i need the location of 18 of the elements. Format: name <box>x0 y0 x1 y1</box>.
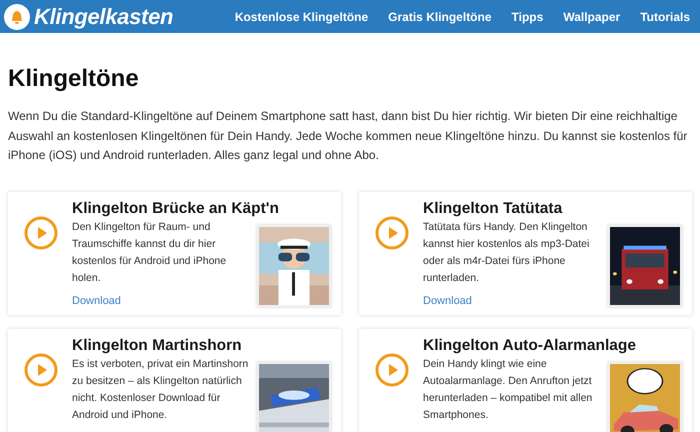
card-description: Tatütata fürs Handy. Den Klingelton kannst hier kostenlos als mp3-Datei oder als m4r-Datei fürs iPhone runterladen. <box>423 220 590 286</box>
page-title: Klingeltöne <box>8 65 140 93</box>
card-description: Es ist verboten, privat ein Martinshorn zu besitzen – als Klingelton natürlich nicht. Kostenloser Download für Android und iPhone. <box>72 356 250 422</box>
card-title: Klingelton Auto-Alarmanlage <box>423 336 637 354</box>
nav-link[interactable]: Wallpaper <box>563 10 620 24</box>
intro-paragraph: Wenn Du die Standard-Klingeltöne auf Deinem Smartphone satt hast, dann bist Du hier richtig. Wir bieten Dir eine reichhaltige Auswahl an kostenlosen Klingeltönen für Dein Handy. Jede Woche kommen neue Klingeltöne hinzu. Du kannst sie kostenlos für iPhone (iOS) und Android runterladen. Alles ganz legal und ohne Abo. <box>8 108 688 164</box>
nav-link[interactable]: Tipps <box>512 10 544 24</box>
card-description: Den Klingelton für Raum- und Traumschiffe kannst du dir hier kostenlos für Android und iPhone holen. <box>72 220 228 286</box>
card-title: Klingelton Brücke an Käpt'n <box>72 200 280 218</box>
card-description: Dein Handy klingt wie eine Autoalarmanlage. Den Anrufton jetzt herunterladen – kompatibel mit allen Smartphones. <box>423 356 594 422</box>
site-logo[interactable]: Klingelkasten <box>34 4 174 30</box>
download-link[interactable]: Download <box>72 294 121 306</box>
nav-link[interactable]: Gratis Klingeltöne <box>388 10 492 24</box>
card-title: Klingelton Martinshorn <box>72 336 243 354</box>
nav-link[interactable]: Kostenlose Klingeltöne <box>234 10 368 24</box>
card-title: Klingelton Tatütata <box>423 200 564 218</box>
nav-link[interactable]: Tutorials <box>640 10 690 24</box>
download-link[interactable]: Download <box>423 294 472 306</box>
